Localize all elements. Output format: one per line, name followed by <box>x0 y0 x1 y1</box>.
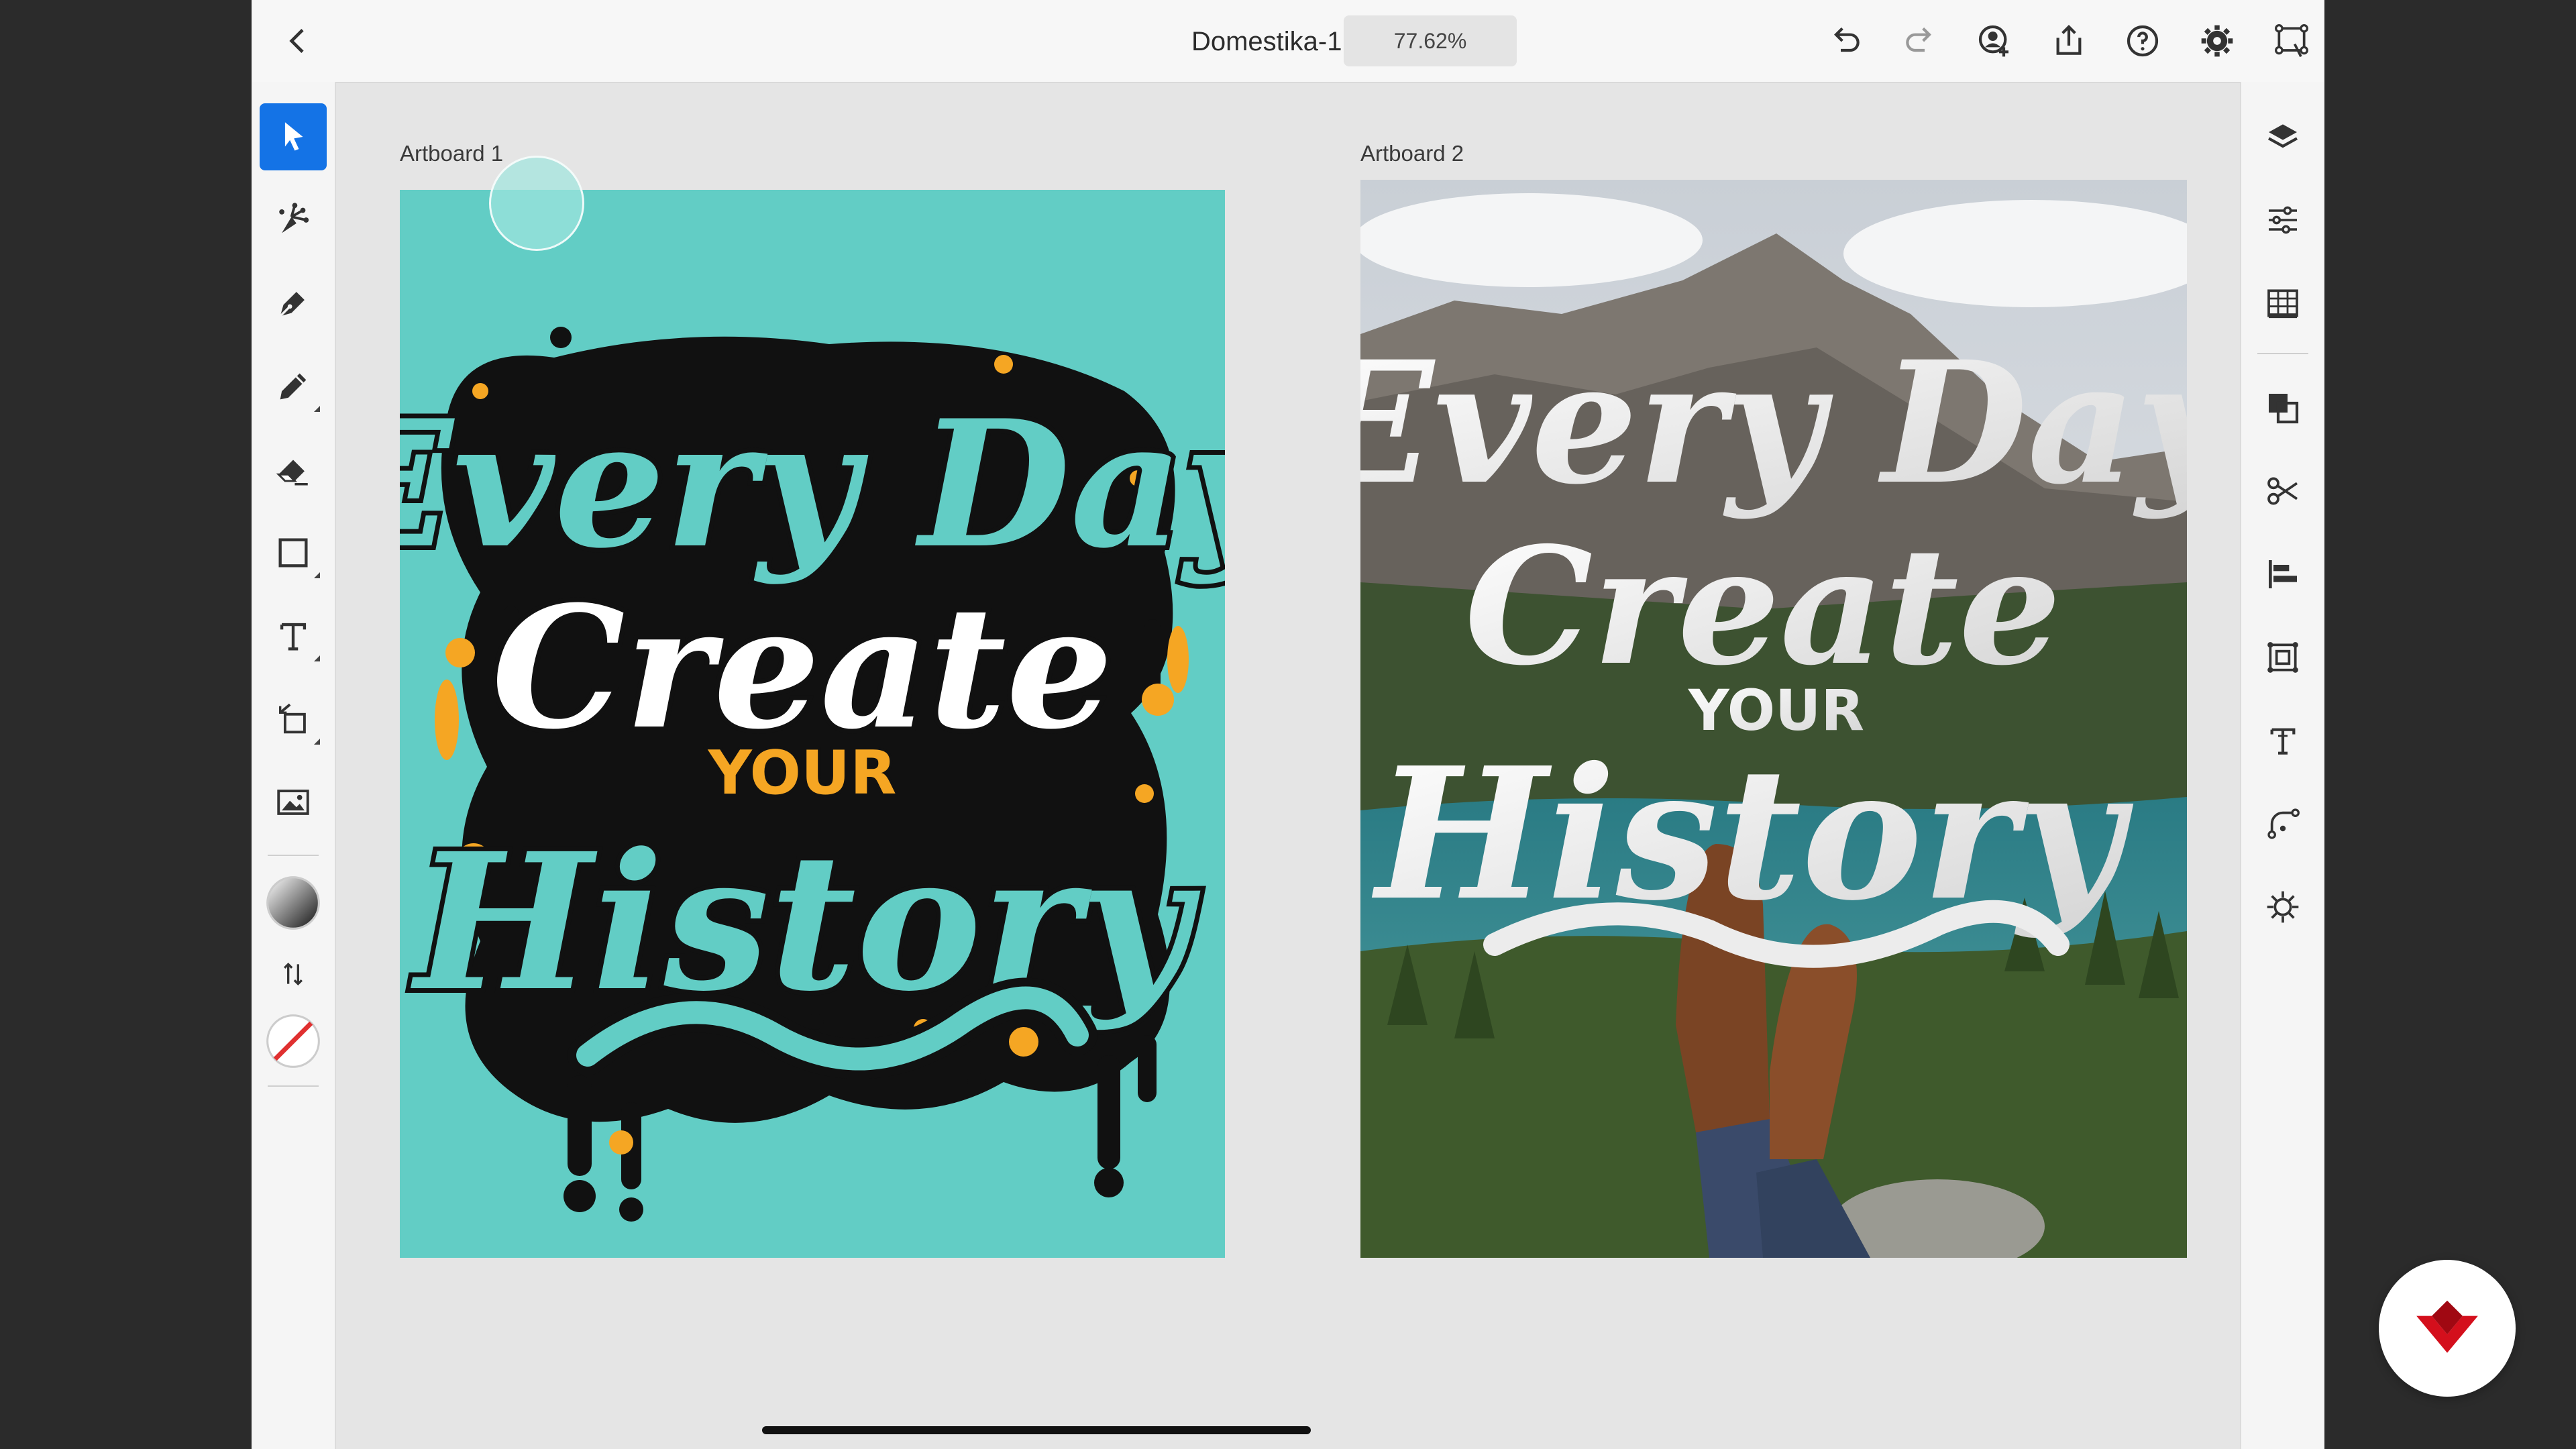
chevron-left-icon <box>289 29 304 53</box>
invite-button[interactable] <box>1972 19 2017 63</box>
layers-button[interactable] <box>2255 109 2311 165</box>
artboard-1-label[interactable]: Artboard 1 <box>400 141 503 166</box>
grid-icon <box>2267 289 2298 319</box>
line-your: YOUR <box>708 738 897 808</box>
panel-divider <box>2257 353 2308 354</box>
direct-selection-tool[interactable] <box>260 186 327 254</box>
eraser-icon <box>276 460 308 486</box>
pen-tool[interactable] <box>260 270 327 337</box>
share-icon <box>2056 25 2082 55</box>
pathfinder-icon <box>2269 394 2299 424</box>
type-tool[interactable] <box>260 602 327 669</box>
artboard-1[interactable]: Every Day Create YOUR History <box>400 190 1225 1258</box>
redo-icon <box>1906 27 1931 52</box>
line-create: Create <box>492 569 1113 766</box>
toolbar-divider <box>268 855 319 856</box>
grid-button[interactable] <box>2255 275 2311 331</box>
share-button[interactable] <box>2047 19 2091 63</box>
transform-tool[interactable] <box>260 686 327 753</box>
domestika-logo-icon <box>2416 1300 2478 1353</box>
text-icon <box>2270 728 2296 755</box>
app-window: Domestika-1 A1 Color 77.62% Artboard 1 A… <box>252 0 2324 1449</box>
layers-icon <box>2267 124 2298 148</box>
undo-icon <box>1834 27 1860 52</box>
path-button[interactable] <box>2255 796 2311 852</box>
line-every-day: Every Day <box>1360 324 2187 521</box>
pen-icon <box>279 292 305 317</box>
no-stroke-icon <box>266 1014 320 1068</box>
submenu-indicator <box>314 739 320 745</box>
touch-indicator <box>489 156 584 251</box>
swap-icon <box>283 962 303 986</box>
toolbar-divider <box>268 1085 319 1087</box>
lettering-artwork-1: Every Day Create YOUR History <box>400 190 1225 1258</box>
scissors-button[interactable] <box>2255 463 2311 519</box>
repeat-grid-icon <box>2275 24 2308 58</box>
eraser-tool[interactable] <box>260 436 327 503</box>
gear-icon <box>2201 25 2233 57</box>
selection-tool[interactable] <box>260 103 327 170</box>
redo-button[interactable] <box>1898 19 1942 63</box>
image-icon <box>277 790 309 815</box>
zoom-level[interactable]: 77.62% <box>1344 15 1517 66</box>
fill-swatch[interactable] <box>260 869 327 936</box>
type-icon <box>280 623 307 651</box>
rectangle-icon <box>278 538 308 568</box>
submenu-indicator <box>314 572 320 578</box>
settings-button[interactable] <box>2195 19 2239 63</box>
undo-button[interactable] <box>1823 19 1868 63</box>
line-history: History <box>409 812 1201 1033</box>
align-left-icon <box>2269 560 2297 588</box>
pathfinder-button[interactable] <box>2255 380 2311 436</box>
right-panel <box>2240 82 2324 1449</box>
effects-button[interactable] <box>2255 879 2311 935</box>
help-button[interactable] <box>2121 19 2165 63</box>
gradient-swatch-icon <box>266 876 320 930</box>
line-create: Create <box>1464 512 2061 701</box>
image-tool[interactable] <box>260 769 327 836</box>
invite-icon <box>1978 25 2008 57</box>
symbol-icon <box>2267 642 2298 673</box>
scissors-icon <box>2267 477 2298 505</box>
direct-selection-icon <box>279 203 309 233</box>
artboard-2-label[interactable]: Artboard 2 <box>1360 141 1464 166</box>
help-icon <box>2127 25 2159 57</box>
submenu-indicator <box>314 655 320 661</box>
pencil-tool[interactable] <box>260 353 327 420</box>
artboard-2[interactable]: Every Day Create YOUR History <box>1360 180 2187 1258</box>
crop-icon <box>278 703 306 734</box>
effects-icon <box>2267 891 2299 923</box>
shape-tool[interactable] <box>260 519 327 586</box>
align-button[interactable] <box>2255 546 2311 602</box>
repeat-grid-button[interactable] <box>2269 19 2314 63</box>
lettering-photo-artwork-2: Every Day Create YOUR History <box>1360 180 2187 1258</box>
domestika-logo-button[interactable] <box>2379 1260 2516 1397</box>
line-every-day: Every Day <box>400 382 1225 587</box>
left-toolbar <box>252 82 336 1449</box>
stroke-swatch[interactable] <box>260 1008 327 1075</box>
sliders-icon <box>2269 206 2297 234</box>
swap-fill-stroke-button[interactable] <box>260 941 327 1008</box>
arrow-pointer-icon <box>284 122 303 151</box>
top-bar: Domestika-1 A1 Color 77.62% <box>252 0 2324 83</box>
back-button[interactable] <box>276 19 320 63</box>
type-panel-button[interactable] <box>2255 712 2311 769</box>
home-indicator[interactable] <box>762 1426 1311 1434</box>
pencil-icon <box>280 373 307 400</box>
symbol-button[interactable] <box>2255 629 2311 686</box>
bezier-path-icon <box>2267 808 2300 839</box>
submenu-indicator <box>314 406 320 412</box>
properties-button[interactable] <box>2255 192 2311 248</box>
